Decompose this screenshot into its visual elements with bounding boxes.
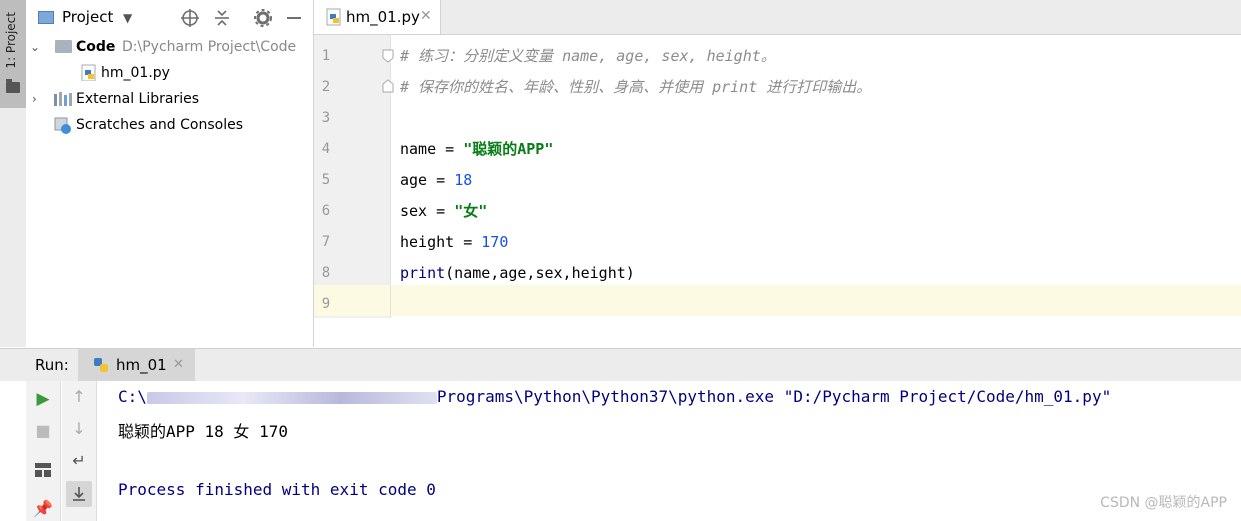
- run-toolbar-secondary: ↑ ↓ ↵: [62, 381, 97, 521]
- code-line-5: age = 18: [400, 165, 472, 196]
- code-line-2: # 保存你的姓名、年龄、性别、身高、并使用 print 进行打印输出。: [400, 78, 872, 96]
- project-tool-label: 1: Project: [4, 12, 18, 69]
- line-number: 8: [321, 265, 331, 281]
- code-token: name =: [400, 140, 464, 158]
- fold-marker-icon[interactable]: [382, 49, 394, 63]
- close-icon[interactable]: ✕: [173, 357, 184, 372]
- output-command-line: C:\ Programs\Python\Python37\python.exe "…: [118, 387, 1111, 406]
- run-label: Run:: [35, 356, 69, 374]
- code-line-1: # 练习：分别定义变量 name, age, sex, height。: [400, 47, 776, 65]
- python-file-icon: [81, 64, 96, 81]
- scratches-icon: [54, 117, 71, 134]
- code-token: (name,age,sex,height): [445, 264, 635, 282]
- output-result-line: 聪颖的APP 18 女 170: [118, 422, 288, 441]
- external-libraries-label: External Libraries: [76, 91, 199, 107]
- line-number: 7: [321, 234, 331, 250]
- output-exit-line: Process finished with exit code 0: [118, 480, 436, 499]
- run-console: ▶ ■ 📌 ↑ ↓ ↵ C:\ Programs\Python\Python37\…: [0, 381, 1241, 521]
- string-literal: "聪颖的APP": [463, 140, 554, 158]
- output-cmd-suffix: Programs\Python\Python37\python.exe "D:/…: [436, 387, 1112, 406]
- line-number: 3: [321, 110, 331, 126]
- code-line-7: height = 170: [400, 227, 508, 258]
- tool-window-strip: 1: Project: [0, 0, 27, 347]
- tab-label: hm_01.py: [346, 8, 420, 26]
- chevron-down-icon[interactable]: ⌄: [30, 34, 40, 60]
- root-folder-path: D:\Pycharm Project\Code: [122, 39, 297, 55]
- run-tab-hm-01[interactable]: hm_01 ✕: [78, 349, 195, 381]
- library-icon: [54, 92, 72, 106]
- folder-icon: [6, 79, 20, 93]
- project-tool-button[interactable]: 1: Project: [0, 0, 26, 108]
- code-token: sex =: [400, 202, 455, 220]
- line-number: 6: [321, 203, 331, 219]
- python-file-icon: [326, 8, 341, 26]
- run-tab-label: hm_01: [116, 356, 167, 374]
- locate-icon[interactable]: [180, 8, 200, 28]
- arrow-up-icon[interactable]: ↑: [62, 387, 96, 406]
- line-number: 1: [321, 48, 331, 64]
- soft-wrap-icon[interactable]: ↵: [62, 451, 96, 470]
- collapse-all-icon[interactable]: [212, 8, 232, 28]
- scroll-to-end-button[interactable]: [66, 481, 92, 507]
- redacted-path: [146, 391, 437, 404]
- string-literal: "女": [454, 202, 488, 220]
- code-editor[interactable]: 1 2 3 4 5 6 7 8 9 # 练习：分别定义变量 name, age,…: [314, 35, 1241, 348]
- scroll-to-end-icon: [73, 487, 85, 501]
- gear-icon[interactable]: [253, 8, 273, 28]
- code-line-4: name = "聪颖的APP": [400, 134, 553, 165]
- current-line-highlight: [391, 285, 1241, 316]
- arrow-down-icon[interactable]: ↓: [62, 419, 96, 438]
- root-folder-name: Code: [76, 39, 116, 55]
- line-number: 5: [321, 172, 331, 188]
- code-line-8: print(name,age,sex,height): [400, 258, 635, 289]
- chevron-right-icon[interactable]: ›: [32, 86, 37, 112]
- folder-icon: [55, 40, 72, 53]
- line-number: 9: [321, 296, 331, 312]
- editor-tab-bar: hm_01.py ✕: [314, 0, 1241, 35]
- fold-marker-icon[interactable]: [382, 79, 394, 93]
- file-name: hm_01.py: [101, 65, 170, 81]
- scratches-label: Scratches and Consoles: [76, 117, 243, 133]
- number-literal: 170: [481, 233, 509, 251]
- rerun-icon[interactable]: ▶: [26, 389, 60, 409]
- project-panel: Project ▼ ⌄ Code D:\Pycharm Project\Code: [26, 0, 314, 347]
- pin-icon[interactable]: 📌: [26, 499, 60, 518]
- line-number: 2: [321, 79, 331, 95]
- code-line-6: sex = "女": [400, 196, 487, 227]
- project-view-title[interactable]: Project: [62, 8, 113, 26]
- code-token: height =: [400, 233, 482, 251]
- stop-icon[interactable]: ■: [26, 421, 60, 440]
- line-number: 4: [321, 141, 331, 157]
- python-icon: [94, 358, 108, 372]
- tab-hm-01-py[interactable]: hm_01.py ✕: [314, 0, 441, 34]
- project-view-icon: [38, 11, 54, 24]
- chevron-down-icon[interactable]: ▼: [123, 11, 132, 25]
- project-panel-header: Project ▼: [26, 0, 313, 34]
- number-literal: 18: [454, 171, 473, 189]
- close-icon[interactable]: ✕: [420, 8, 432, 24]
- layout-icon[interactable]: [35, 463, 51, 477]
- watermark: CSDN @聪颖的APP: [1100, 495, 1227, 511]
- run-panel-header: Run: hm_01 ✕: [0, 348, 1241, 382]
- code-token: age =: [400, 171, 455, 189]
- minimize-icon[interactable]: [284, 8, 304, 28]
- run-toolbar-primary: ▶ ■ 📌: [26, 381, 61, 521]
- output-cmd-prefix: C:\: [118, 387, 147, 406]
- builtin-print: print: [400, 264, 446, 282]
